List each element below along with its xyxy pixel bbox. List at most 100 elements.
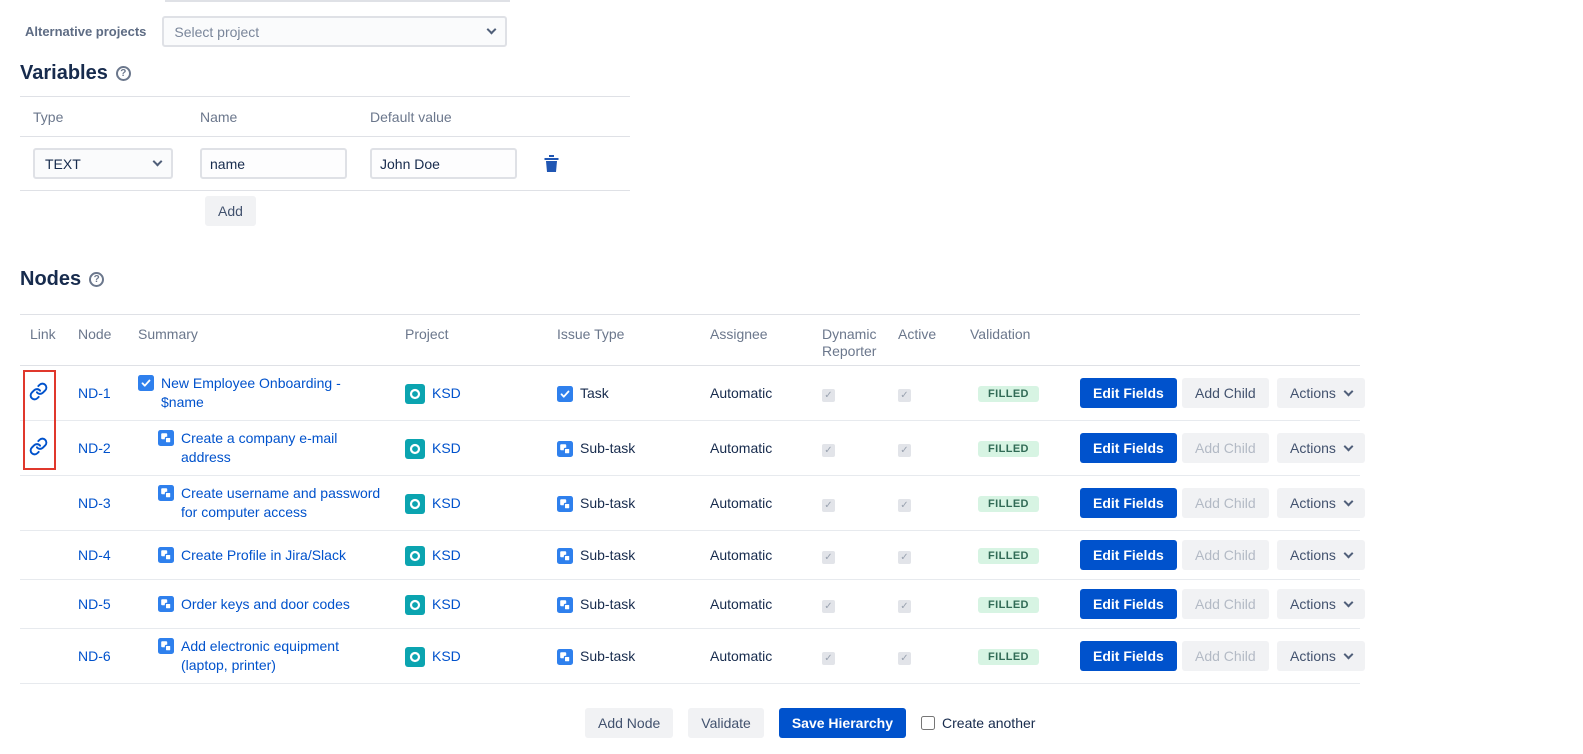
save-hierarchy-button[interactable]: Save Hierarchy <box>779 708 906 738</box>
subtask-icon <box>557 441 573 457</box>
alternative-projects-select[interactable]: Select project <box>162 16 507 47</box>
header-link: Link <box>20 315 70 343</box>
edit-fields-button[interactable]: Edit Fields <box>1080 540 1177 570</box>
add-child-button: Add Child <box>1182 433 1269 463</box>
subtask-icon <box>158 638 174 654</box>
node-id-link[interactable]: ND-2 <box>78 440 111 456</box>
actions-dropdown[interactable]: Actions <box>1277 641 1365 671</box>
variables-header-name: Name <box>200 109 370 125</box>
validate-button[interactable]: Validate <box>688 708 764 738</box>
subtask-icon <box>557 597 573 613</box>
variables-section-title: Variables <box>20 62 131 85</box>
assignee-label: Automatic <box>705 648 817 664</box>
variables-header-default: Default value <box>370 109 630 125</box>
variable-type-value: TEXT <box>45 156 81 172</box>
node-id-link[interactable]: ND-3 <box>78 495 111 511</box>
chevron-down-icon <box>1343 548 1353 558</box>
help-icon[interactable] <box>89 272 104 287</box>
project-link[interactable]: KSD <box>432 495 461 511</box>
active-checkbox <box>898 389 911 402</box>
variable-name-input[interactable] <box>200 148 347 179</box>
summary-link[interactable]: Create a company e-mail address <box>181 429 381 467</box>
actions-label: Actions <box>1290 495 1336 511</box>
chevron-down-icon <box>153 157 163 167</box>
task-icon <box>138 375 154 391</box>
help-icon[interactable] <box>116 66 131 81</box>
add-variable-button[interactable]: Add <box>205 196 256 226</box>
variables-title-text: Variables <box>20 62 108 85</box>
assignee-label: Automatic <box>705 547 817 563</box>
actions-label: Actions <box>1290 547 1336 563</box>
chevron-down-icon <box>1343 496 1353 506</box>
edit-fields-button[interactable]: Edit Fields <box>1080 641 1177 671</box>
issue-type-label: Sub-task <box>580 596 635 612</box>
chevron-down-icon <box>487 25 497 35</box>
add-child-button[interactable]: Add Child <box>1182 378 1269 408</box>
add-child-button: Add Child <box>1182 589 1269 619</box>
actions-dropdown[interactable]: Actions <box>1277 589 1365 619</box>
project-link[interactable]: KSD <box>432 547 461 563</box>
summary-link[interactable]: Create Profile in Jira/Slack <box>181 546 346 565</box>
edit-fields-button[interactable]: Edit Fields <box>1080 589 1177 619</box>
issue-type-label: Sub-task <box>580 440 635 456</box>
summary-link[interactable]: Add electronic equipment (laptop, printe… <box>181 637 381 675</box>
node-row-nd6: ND-6 Add electronic equipment (laptop, p… <box>20 629 1360 684</box>
node-id-link[interactable]: ND-4 <box>78 547 111 563</box>
create-another-checkbox[interactable] <box>921 716 935 730</box>
summary-link[interactable]: New Employee Onboarding - $name <box>161 374 361 412</box>
actions-label: Actions <box>1290 596 1336 612</box>
variable-row: TEXT <box>20 137 630 191</box>
alternative-projects-row: Alternative projects Select project <box>25 16 507 47</box>
page: Alternative projects Select project Vari… <box>0 0 1583 754</box>
variable-default-input[interactable] <box>370 148 517 179</box>
actions-dropdown[interactable]: Actions <box>1277 540 1365 570</box>
variables-table: Type Name Default value TEXT <box>20 96 630 191</box>
edit-fields-button[interactable]: Edit Fields <box>1080 488 1177 518</box>
actions-dropdown[interactable]: Actions <box>1277 433 1365 463</box>
actions-dropdown[interactable]: Actions <box>1277 488 1365 518</box>
project-avatar-icon <box>405 439 425 459</box>
header-assignee: Assignee <box>705 315 817 343</box>
project-link[interactable]: KSD <box>432 596 461 612</box>
add-child-button: Add Child <box>1182 488 1269 518</box>
header-dynamic-reporter: Dynamic Reporter <box>817 315 887 360</box>
summary-link[interactable]: Order keys and door codes <box>181 595 350 614</box>
project-avatar-icon <box>405 384 425 404</box>
delete-variable-button[interactable] <box>541 152 562 175</box>
nodes-title-text: Nodes <box>20 268 81 291</box>
dynamic-reporter-checkbox <box>822 444 835 457</box>
validation-badge: FILLED <box>978 496 1039 512</box>
summary-link[interactable]: Create username and password for compute… <box>181 484 381 522</box>
footer-actions: Add Node Validate Save Hierarchy Create … <box>585 708 1035 738</box>
project-avatar-icon <box>405 494 425 514</box>
issue-type-label: Sub-task <box>580 495 635 511</box>
header-node: Node <box>70 315 133 343</box>
validation-badge: FILLED <box>978 597 1039 613</box>
actions-label: Actions <box>1290 385 1336 401</box>
variable-type-select[interactable]: TEXT <box>33 148 173 179</box>
assignee-label: Automatic <box>705 440 817 456</box>
alternative-projects-select-value: Select project <box>174 24 259 40</box>
project-link[interactable]: KSD <box>432 385 461 401</box>
node-id-link[interactable]: ND-6 <box>78 648 111 664</box>
node-id-link[interactable]: ND-5 <box>78 596 111 612</box>
actions-label: Actions <box>1290 440 1336 456</box>
actions-label: Actions <box>1290 648 1336 664</box>
project-link[interactable]: KSD <box>432 648 461 664</box>
edit-fields-button[interactable]: Edit Fields <box>1080 433 1177 463</box>
dynamic-reporter-checkbox <box>822 551 835 564</box>
add-node-button[interactable]: Add Node <box>585 708 673 738</box>
link-icon[interactable] <box>29 382 48 401</box>
project-link[interactable]: KSD <box>432 440 461 456</box>
issue-type-label: Sub-task <box>580 648 635 664</box>
actions-dropdown[interactable]: Actions <box>1277 378 1365 408</box>
dynamic-reporter-checkbox <box>822 652 835 665</box>
alternative-projects-label: Alternative projects <box>25 24 146 39</box>
validation-badge: FILLED <box>978 441 1039 457</box>
create-another-option: Create another <box>921 715 1035 731</box>
link-icon[interactable] <box>29 437 48 456</box>
assignee-label: Automatic <box>705 495 817 511</box>
node-id-link[interactable]: ND-1 <box>78 385 111 401</box>
issue-type-label: Task <box>580 385 609 401</box>
edit-fields-button[interactable]: Edit Fields <box>1080 378 1177 408</box>
